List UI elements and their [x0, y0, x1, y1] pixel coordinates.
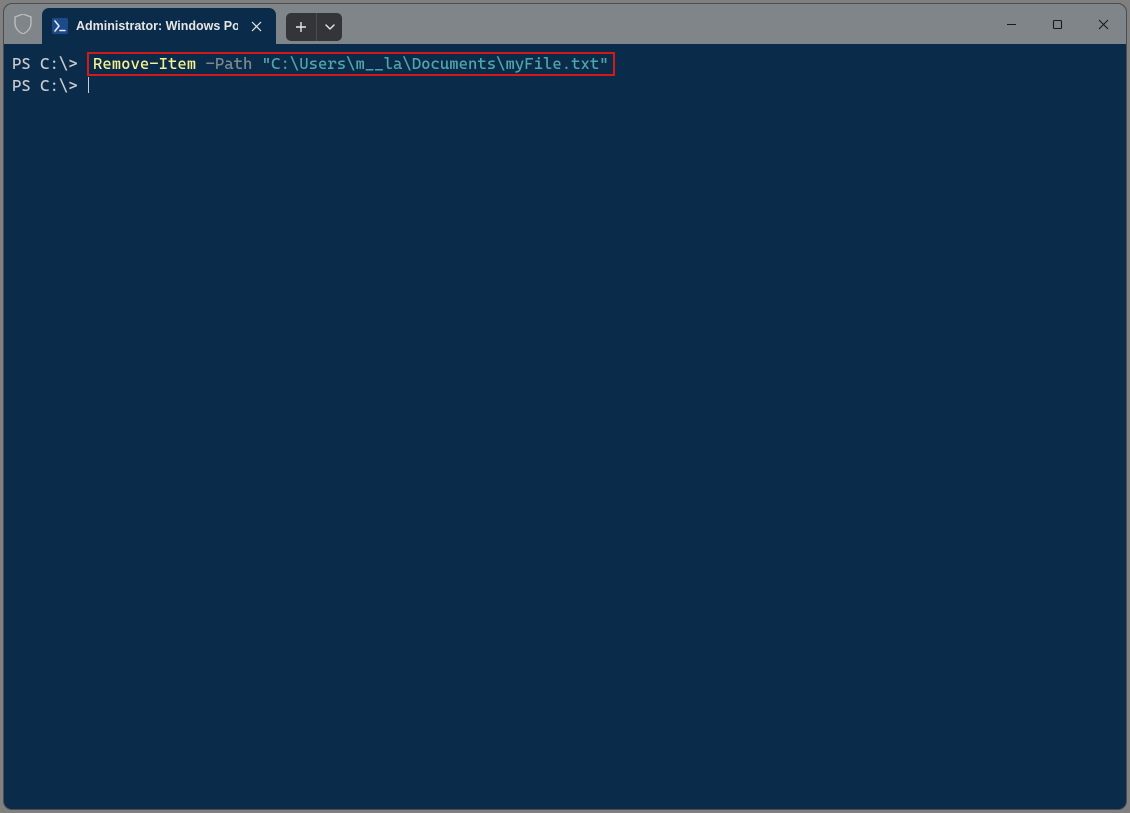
titlebar: Administrator: Windows Powe — [4, 4, 1126, 44]
new-tab-dropdown[interactable] — [316, 13, 342, 41]
terminal-viewport[interactable]: PS C:\> Remove-Item -Path "C:\Users\m__l… — [4, 44, 1126, 809]
param-token: -Path — [206, 54, 253, 73]
close-button[interactable] — [1080, 4, 1126, 44]
terminal-window: Administrator: Windows Powe — [4, 4, 1126, 809]
tab-close-button[interactable] — [246, 16, 266, 36]
string-token: "C:\Users\m__la\Documents\myFile.txt" — [262, 54, 609, 73]
minimize-button[interactable] — [988, 4, 1034, 44]
new-tab-button[interactable] — [286, 13, 316, 41]
titlebar-drag-area[interactable] — [342, 4, 988, 44]
terminal-line: PS C:\> — [12, 76, 1118, 96]
tab-powershell[interactable]: Administrator: Windows Powe — [42, 8, 276, 44]
window-controls — [988, 4, 1126, 44]
command-highlight: Remove-Item -Path "C:\Users\m__la\Docume… — [87, 52, 615, 76]
new-tab-group — [286, 4, 342, 44]
uac-shield-icon — [4, 4, 42, 44]
command-token: Remove-Item — [93, 54, 196, 73]
powershell-icon — [52, 18, 68, 34]
tab-title: Administrator: Windows Powe — [76, 19, 238, 33]
terminal-line: PS C:\> Remove-Item -Path "C:\Users\m__l… — [12, 52, 1118, 76]
cursor — [88, 77, 89, 93]
prompt: PS C:\> — [12, 54, 87, 73]
prompt: PS C:\> — [12, 76, 87, 95]
maximize-button[interactable] — [1034, 4, 1080, 44]
